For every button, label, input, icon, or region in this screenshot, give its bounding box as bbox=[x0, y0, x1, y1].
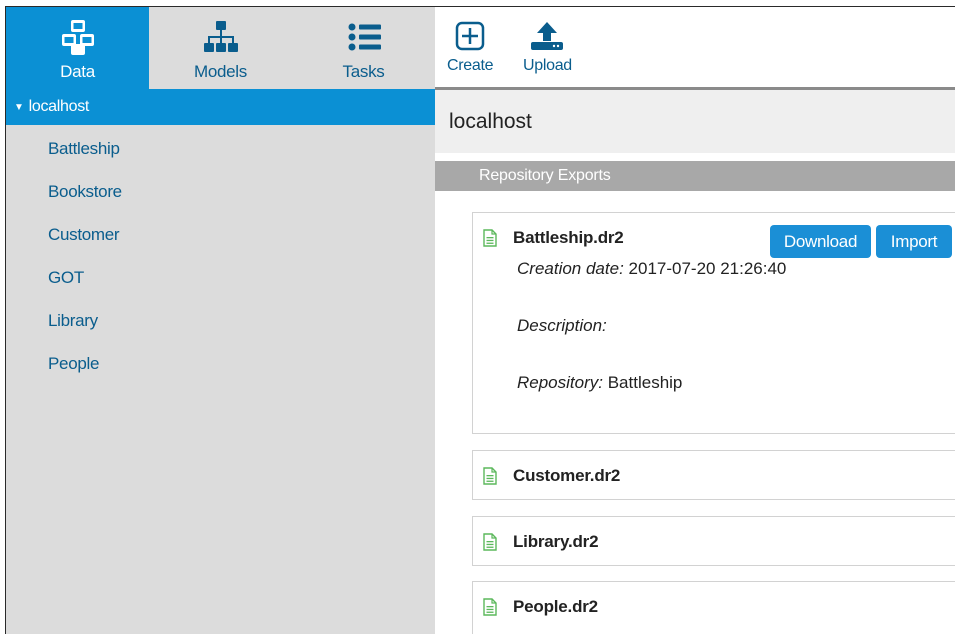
list-icon bbox=[348, 23, 381, 51]
repository-value: Battleship bbox=[607, 373, 683, 392]
main-nav: Data Models Tasks bbox=[6, 7, 435, 89]
export-file-name: Customer.dr2 bbox=[513, 466, 621, 485]
export-card[interactable]: Customer.dr2 bbox=[472, 450, 955, 500]
export-card-header: People.dr2 bbox=[473, 582, 955, 632]
cubes-icon bbox=[61, 20, 94, 55]
creation-date-row: Creation date: 2017-07-20 21:26:40 bbox=[517, 259, 955, 316]
server-name: localhost bbox=[28, 98, 90, 115]
server-tree-node[interactable]: ▼ localhost bbox=[6, 89, 435, 125]
export-file-name: Library.dr2 bbox=[513, 532, 599, 551]
create-label: Create bbox=[447, 57, 494, 74]
upload-button[interactable]: Upload bbox=[523, 21, 572, 75]
export-file-name: People.dr2 bbox=[513, 597, 598, 616]
repository-item[interactable]: GOT bbox=[6, 258, 435, 301]
sitemap-icon bbox=[203, 21, 238, 52]
export-card[interactable]: People.dr2 bbox=[472, 581, 955, 634]
section-header: Repository Exports bbox=[435, 161, 955, 191]
creation-date-label: Creation date: bbox=[517, 259, 624, 278]
export-card-header: Customer.dr2 bbox=[473, 451, 955, 501]
nav-data-label: Data bbox=[60, 62, 95, 81]
description-row: Description: bbox=[517, 316, 955, 373]
repository-item[interactable]: Customer bbox=[6, 215, 435, 258]
upload-label: Upload bbox=[523, 57, 572, 74]
file-text-icon bbox=[483, 467, 497, 485]
nav-models-label: Models bbox=[193, 62, 247, 81]
export-file-name: Battleship.dr2 bbox=[513, 228, 624, 247]
upload-icon bbox=[531, 22, 564, 50]
nav-data-button[interactable]: Data bbox=[6, 7, 149, 89]
description-label: Description: bbox=[517, 316, 607, 335]
repository-label: Repository: bbox=[517, 373, 603, 392]
app-window: Data Models Tasks ▼ localhost Battleship… bbox=[5, 6, 955, 634]
nav-models-button[interactable]: Models bbox=[149, 7, 292, 89]
nav-tasks-label: Tasks bbox=[342, 62, 385, 81]
repository-item[interactable]: Battleship bbox=[6, 129, 435, 172]
import-button[interactable]: Import bbox=[876, 225, 952, 258]
repository-item[interactable]: Bookstore bbox=[6, 172, 435, 215]
repository-item[interactable]: People bbox=[6, 344, 435, 387]
creation-date-value: 2017-07-20 21:26:40 bbox=[628, 259, 787, 278]
file-text-icon bbox=[483, 533, 497, 551]
create-button[interactable]: Create bbox=[447, 21, 494, 75]
file-text-icon bbox=[483, 598, 497, 616]
file-text-icon bbox=[483, 229, 497, 247]
repository-row: Repository: Battleship bbox=[517, 373, 955, 430]
main-content: Create Upload localhost Repository Expor… bbox=[435, 7, 955, 634]
toolbar: Create Upload bbox=[435, 7, 955, 90]
repository-list: Battleship Bookstore Customer GOT Librar… bbox=[6, 125, 435, 387]
export-card[interactable]: Battleship.dr2 Download Import Creation … bbox=[472, 212, 955, 434]
plus-square-icon bbox=[455, 21, 485, 51]
nav-tasks-button[interactable]: Tasks bbox=[292, 7, 435, 89]
repository-item[interactable]: Library bbox=[6, 301, 435, 344]
left-panel: Data Models Tasks ▼ localhost Battleship… bbox=[6, 7, 435, 634]
download-button[interactable]: Download bbox=[770, 225, 871, 258]
export-details: Creation date: 2017-07-20 21:26:40 Descr… bbox=[473, 259, 955, 430]
export-card[interactable]: Library.dr2 bbox=[472, 516, 955, 566]
page-title: localhost bbox=[435, 90, 955, 153]
caret-down-icon: ▼ bbox=[14, 101, 24, 113]
export-card-header: Library.dr2 bbox=[473, 517, 955, 567]
